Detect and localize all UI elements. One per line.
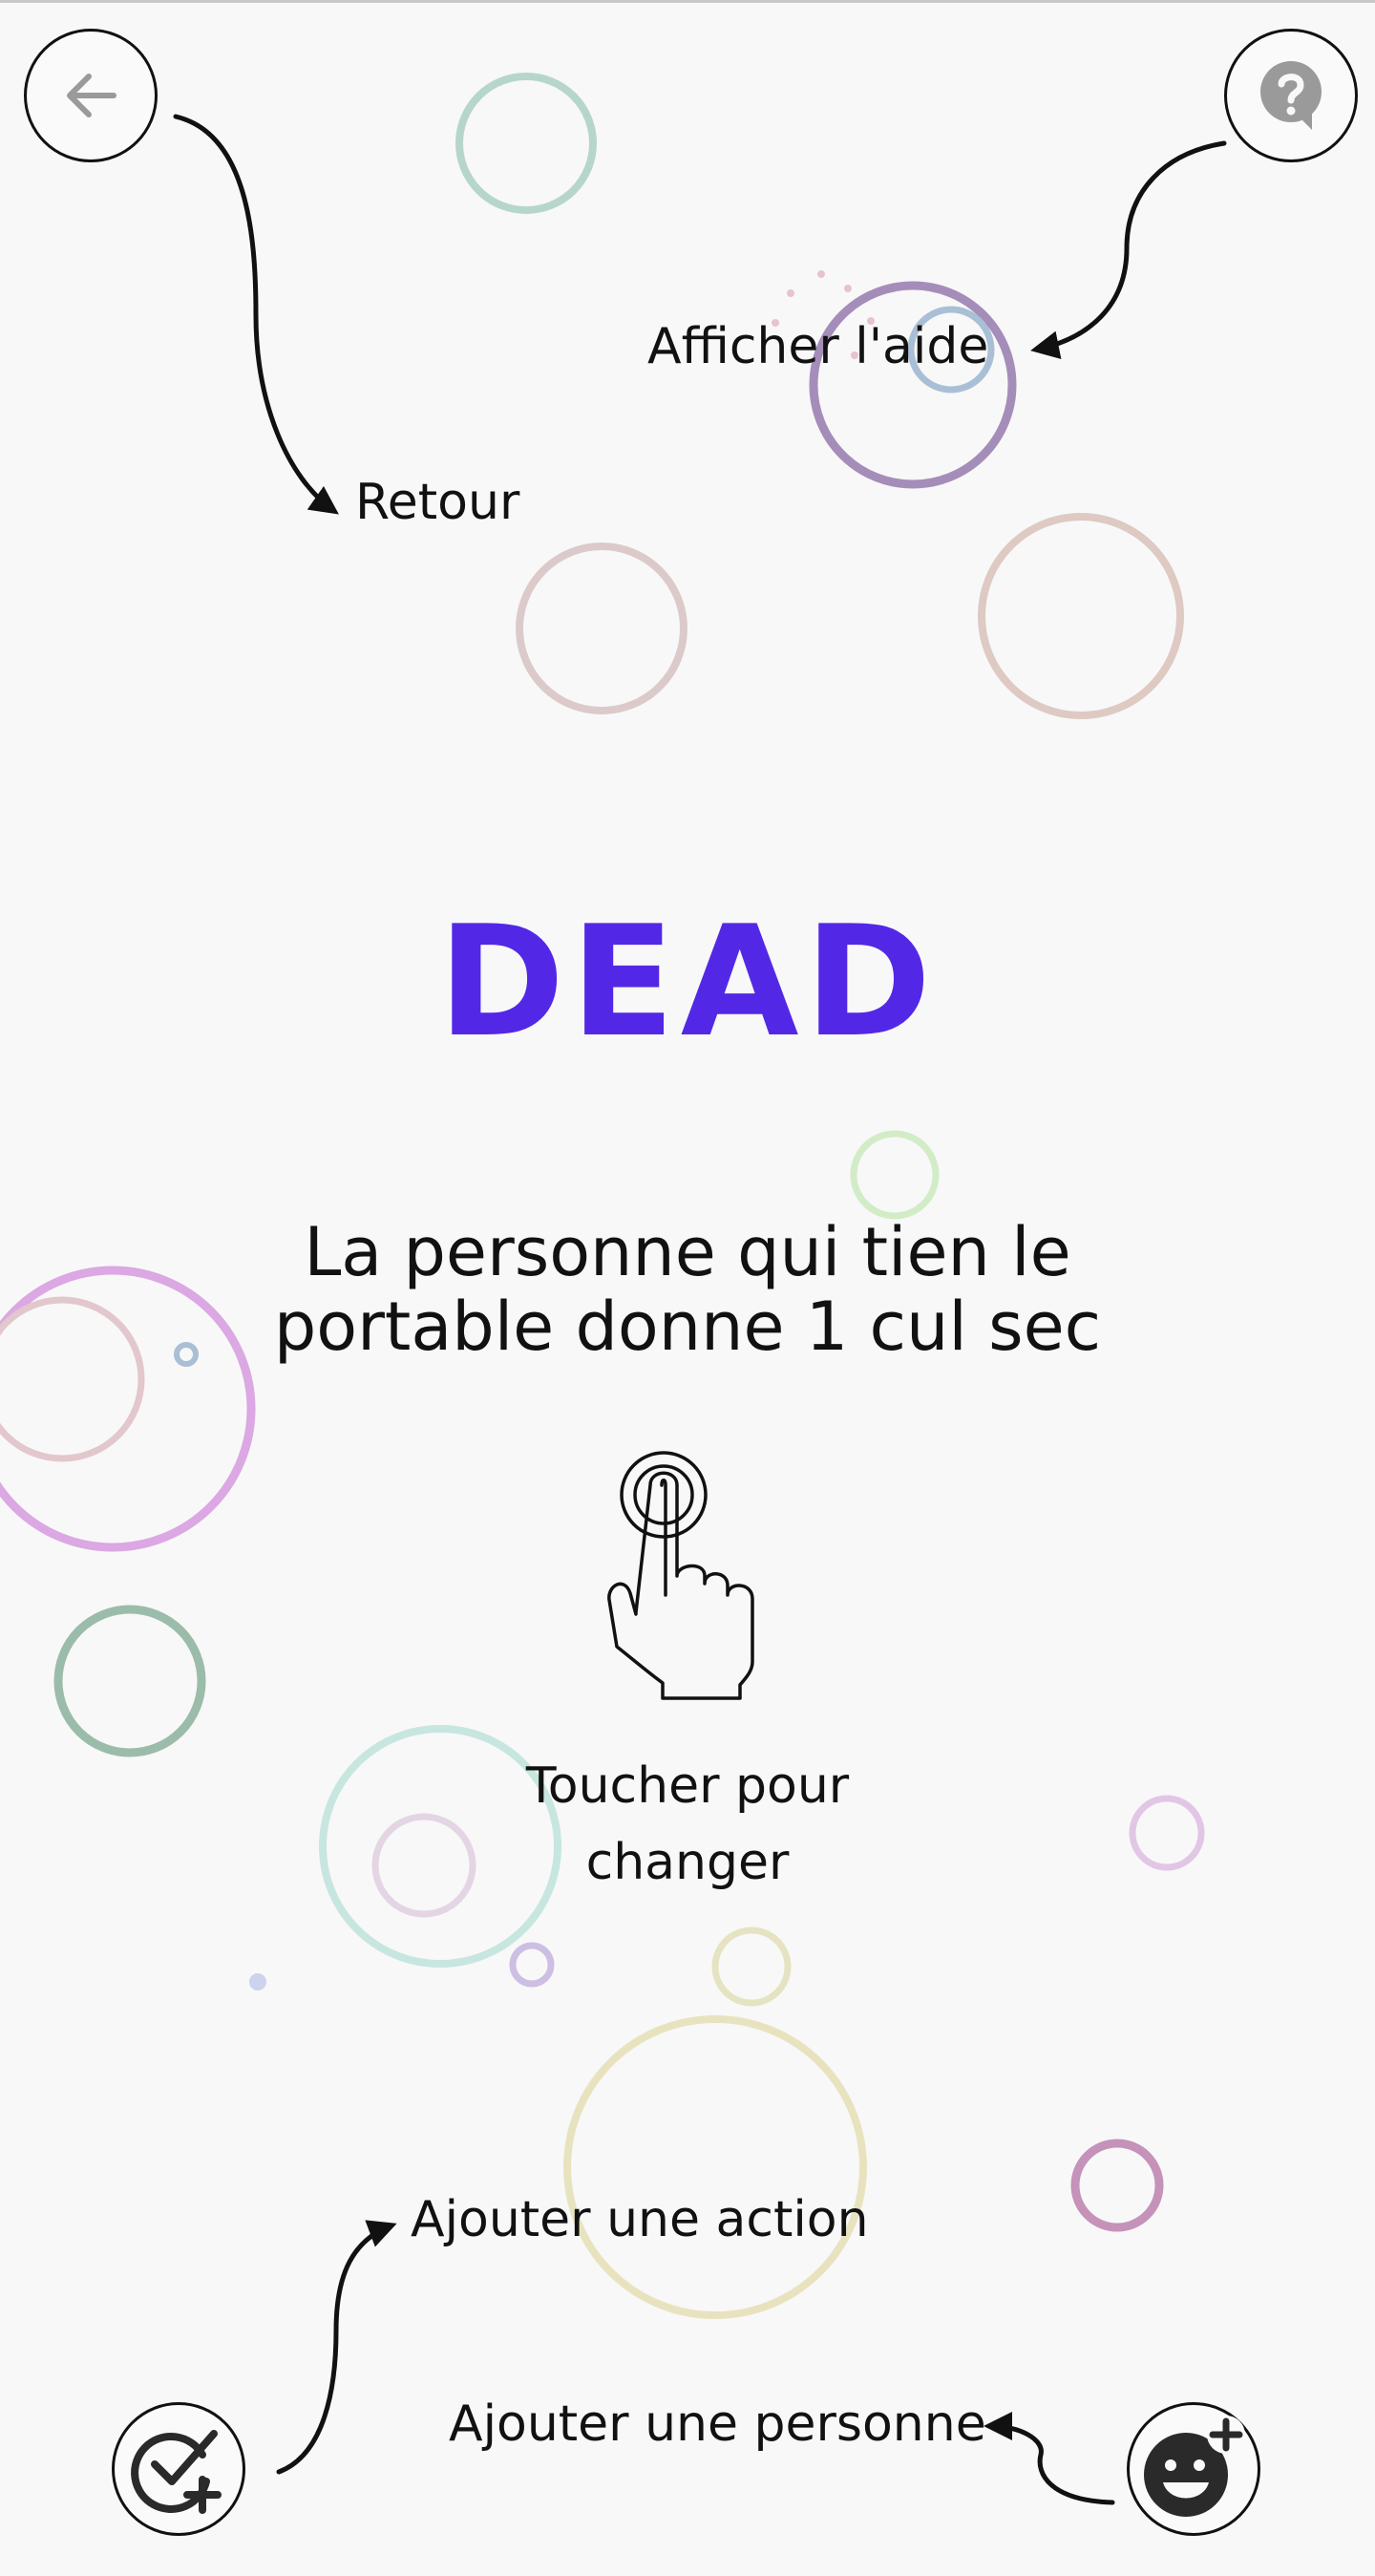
bubble	[809, 281, 1017, 489]
bubble	[711, 1927, 792, 2007]
tap-hand-icon	[607, 1451, 754, 1700]
check-plus-icon	[131, 2430, 222, 2514]
help-button[interactable]	[1224, 29, 1358, 162]
bubble	[850, 1130, 940, 1220]
add-person-button[interactable]	[1127, 2402, 1260, 2536]
add-action-hint-label: Ajouter une action	[411, 2191, 869, 2248]
arrow-left-icon	[67, 74, 116, 117]
back-button[interactable]	[24, 29, 158, 162]
bubble	[0, 1296, 145, 1462]
back-hint-label: Retour	[355, 474, 520, 531]
tap-to-change-zone[interactable]	[592, 1442, 783, 1700]
card-sentence: La personne qui tien le portable donne 1…	[273, 1213, 1102, 1366]
card-title: DEAD	[437, 892, 938, 1071]
bubble	[371, 1813, 476, 1918]
bubble	[509, 1942, 555, 1988]
bubble	[516, 543, 688, 714]
bubble	[1129, 1795, 1205, 1871]
bubble	[249, 1973, 266, 1991]
help-hint-label: Afficher l'aide	[647, 318, 989, 375]
tap-hint-label: Toucher pour changer	[525, 1757, 850, 1891]
add-person-hint-label: Ajouter une personne	[449, 2395, 986, 2453]
bubble	[1070, 2139, 1164, 2232]
bubble	[455, 73, 597, 214]
add-action-button[interactable]	[112, 2402, 245, 2536]
bubble	[53, 1605, 206, 1757]
bubble	[563, 2015, 867, 2319]
help-bubble-icon	[1260, 61, 1322, 130]
smiley-plus-icon	[1144, 2416, 1245, 2517]
bubble	[978, 513, 1184, 719]
